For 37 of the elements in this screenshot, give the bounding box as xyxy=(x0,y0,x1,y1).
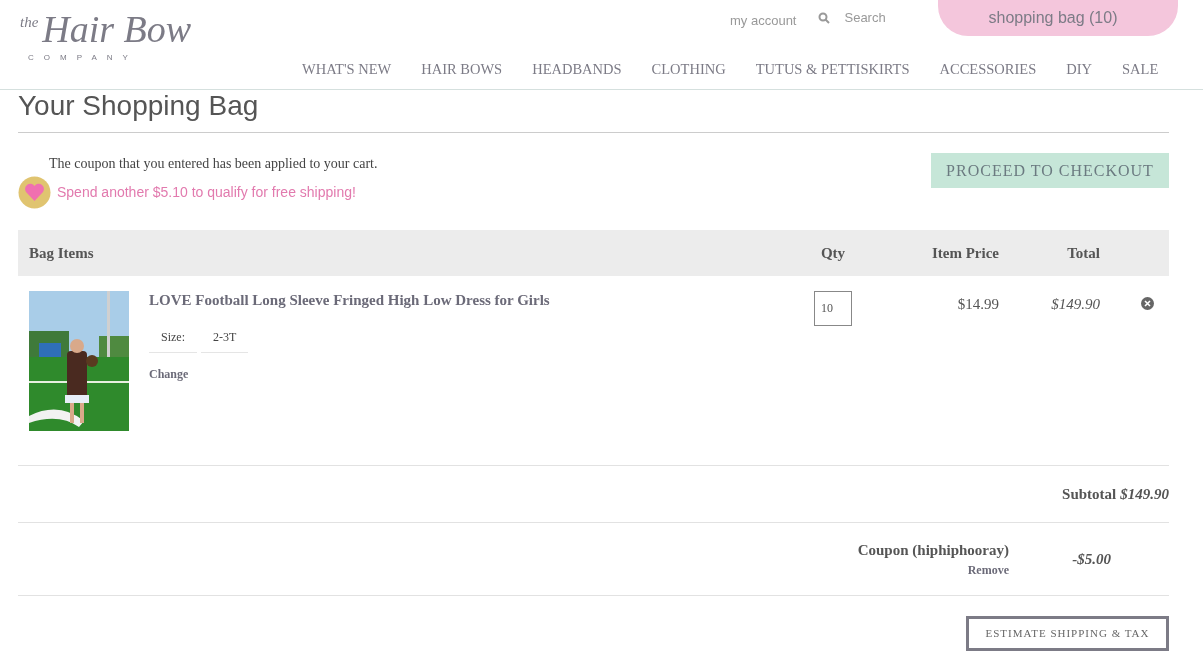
search-icon xyxy=(818,12,831,24)
nav-link[interactable]: DIY xyxy=(1066,59,1092,81)
quantity-field[interactable]: 10 xyxy=(814,291,852,326)
column-header: Qty xyxy=(819,243,847,263)
change-link[interactable]: Change xyxy=(149,364,550,383)
subtotal-label: Subtotal xyxy=(1062,484,1117,504)
coupon-message: The coupon that you entered has been applied to your cart. xyxy=(49,155,378,173)
checkout-button[interactable]: PROCEED TO CHECKOUT xyxy=(931,153,1169,188)
nav-link[interactable]: HEADBANDS xyxy=(532,59,622,81)
column-header: Bag Items xyxy=(28,243,95,263)
shipping-message: Spend another $5.10 to qualify for free shipping! xyxy=(57,183,356,202)
nav-link[interactable]: SALE xyxy=(1122,59,1159,81)
subtotal-value: $149.90 xyxy=(1120,484,1169,504)
option-label: Size: xyxy=(149,321,197,353)
remove-icon[interactable] xyxy=(1141,297,1154,310)
column-header: Item Price xyxy=(930,243,999,263)
column-header: Total xyxy=(1066,243,1100,263)
option-value: 2-3T xyxy=(201,321,249,353)
logo-text: COMPANY xyxy=(27,52,139,64)
nav-link[interactable]: TUTUS & PETTISKIRTS xyxy=(755,59,910,81)
nav-link[interactable]: ACCESSORIES xyxy=(939,59,1037,81)
coupon-value: -$5.00 xyxy=(1071,549,1112,569)
logo-text: the xyxy=(20,15,39,30)
shopping-bag-link[interactable]: shopping bag (10) xyxy=(938,0,1179,36)
nav-link[interactable]: CLOTHING xyxy=(651,59,726,81)
account-link[interactable]: my account xyxy=(730,11,797,31)
coupon-label: Coupon (hiphiphooray) xyxy=(857,540,1009,560)
remove-coupon-link[interactable]: Remove xyxy=(967,561,1009,580)
product-name[interactable]: LOVE Football Long Sleeve Fringed High Low Dress for Girls xyxy=(149,289,550,312)
page-title: Your Shopping Bag xyxy=(18,90,259,122)
item-total: $149.90 xyxy=(1050,295,1100,314)
estimate-shipping-button[interactable]: ESTIMATE SHIPPING & TAX xyxy=(966,616,1169,651)
nav-link[interactable]: WHAT'S NEW xyxy=(302,59,392,81)
search-field[interactable]: Search xyxy=(844,8,915,28)
nav-link[interactable]: HAIR BOWS xyxy=(421,59,503,81)
logo-text: Hair Bow xyxy=(42,10,192,48)
item-price: $14.99 xyxy=(956,295,999,314)
